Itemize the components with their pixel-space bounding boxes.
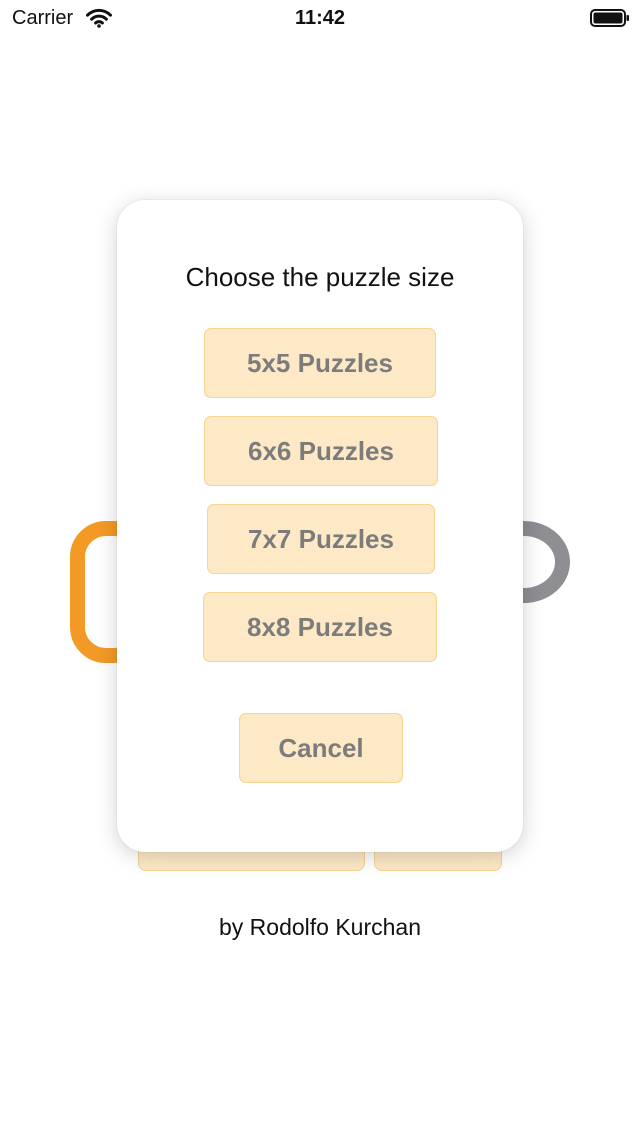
author-credit: by Rodolfo Kurchan [218, 914, 421, 940]
battery-icon [590, 9, 629, 27]
puzzle-5x5-button[interactable]: 5x5 Puzzles [204, 328, 436, 398]
status-bar: Carrier 11:42 [0, 0, 640, 40]
puzzle-6x6-button[interactable]: 6x6 Puzzles [204, 416, 438, 486]
puzzle-8x8-button[interactable]: 8x8 Puzzles [203, 592, 437, 662]
screen: Carrier 11:42 by Rodolfo Kurchan Choose … [0, 0, 640, 1138]
cancel-button[interactable]: Cancel [239, 713, 403, 783]
clock: 11:42 [294, 7, 346, 29]
puzzle-7x7-button[interactable]: 7x7 Puzzles [207, 504, 435, 574]
puzzle-size-dialog: Choose the puzzle size 5x5 Puzzles 6x6 P… [117, 200, 523, 852]
dialog-title: Choose the puzzle size [185, 262, 455, 292]
